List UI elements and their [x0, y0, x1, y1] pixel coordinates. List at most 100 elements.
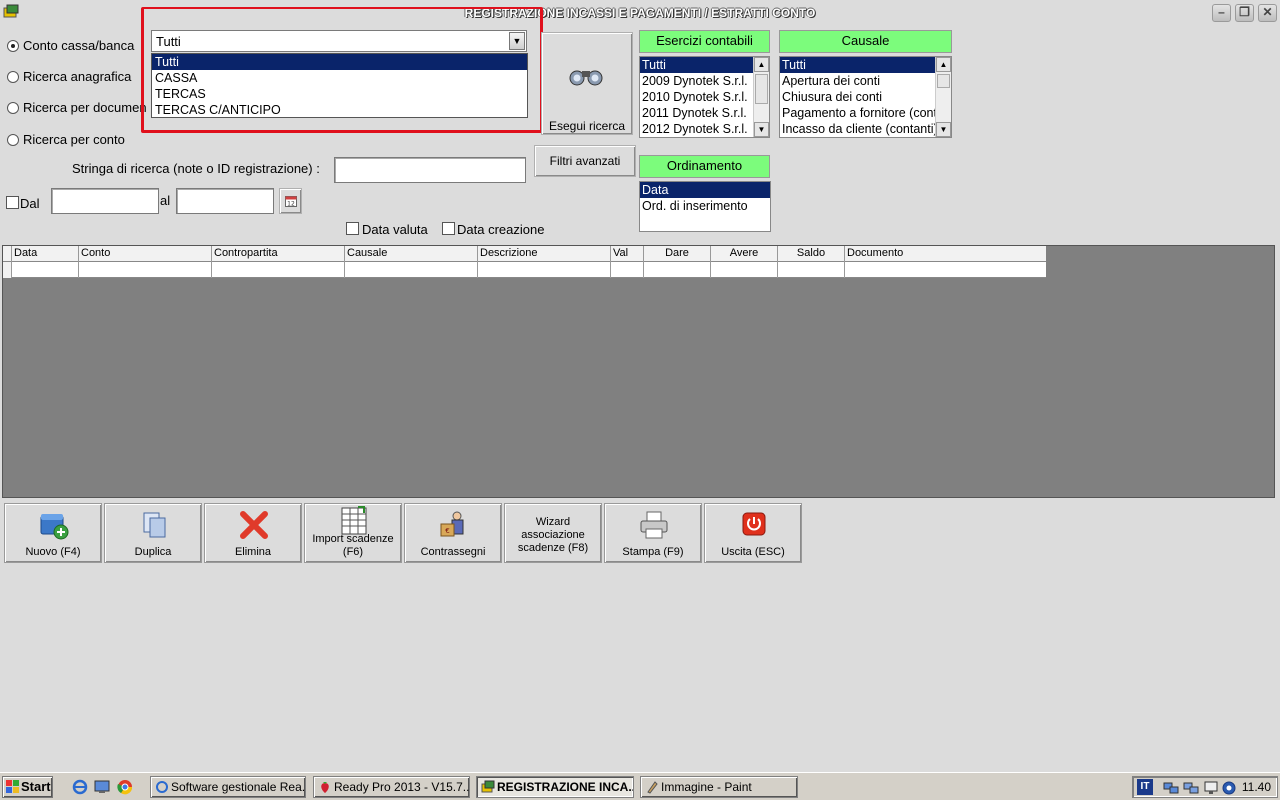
list-item[interactable]: Tutti — [640, 57, 769, 73]
scroll-thumb[interactable] — [937, 74, 950, 88]
scroll-thumb[interactable] — [755, 74, 768, 104]
column-header-documento[interactable]: Documento — [845, 246, 1046, 262]
list-item[interactable]: Data — [640, 182, 770, 198]
power-icon — [742, 512, 766, 536]
date-to-input[interactable] — [176, 188, 274, 214]
grid-cell[interactable] — [845, 262, 1046, 278]
grid-cell[interactable] — [12, 262, 79, 278]
column-header-avere[interactable]: Avere — [711, 246, 778, 262]
grid-cell[interactable] — [79, 262, 212, 278]
network-icon[interactable] — [1183, 780, 1199, 796]
advanced-filters-button[interactable]: Filtri avanzati — [534, 145, 636, 177]
taskbar-item[interactable]: Ready Pro 2013 - V15.7.... — [313, 776, 470, 798]
grid-row-selector[interactable] — [3, 262, 12, 278]
list-item[interactable]: 2010 Dynotek S.r.l. — [640, 89, 769, 105]
taskbar-item[interactable]: Immagine - Paint — [640, 776, 798, 798]
radio-ricerca-anagrafica[interactable]: Ricerca anagrafica — [7, 69, 131, 84]
monitor-icon[interactable] — [1203, 780, 1219, 796]
list-item[interactable]: Chiusura dei conti — [780, 89, 951, 105]
cash-account-combo[interactable]: Tutti ▼ — [151, 30, 527, 52]
scrollbar[interactable]: ▲ ▼ — [935, 57, 951, 137]
list-item[interactable]: Pagamento a fornitore (contanti) — [780, 105, 951, 121]
duplicate-button[interactable]: Duplica — [104, 503, 202, 563]
fiscal-years-list[interactable]: Tutti 2009 Dynotek S.r.l. 2010 Dynotek S… — [639, 56, 770, 138]
column-header-descrizione[interactable]: Descrizione — [478, 246, 611, 262]
chrome-icon[interactable] — [117, 779, 133, 795]
causale-header: Causale — [779, 30, 952, 53]
grid-cell[interactable] — [212, 262, 345, 278]
taskbar-item-active[interactable]: REGISTRAZIONE INCA... — [476, 776, 634, 798]
radio-label: Ricerca anagrafica — [23, 69, 132, 84]
column-header-contropartita[interactable]: Contropartita — [212, 246, 345, 262]
causale-list[interactable]: Tutti Apertura dei conti Chiusura dei co… — [779, 56, 952, 138]
delete-button[interactable]: Elimina — [204, 503, 302, 563]
creation-date-checkbox[interactable] — [442, 222, 455, 235]
exit-button[interactable]: Uscita (ESC) — [704, 503, 802, 563]
courier-button[interactable]: € Contrassegni — [404, 503, 502, 563]
network-icon[interactable] — [1163, 780, 1179, 796]
value-date-checkbox[interactable] — [346, 222, 359, 235]
search-button[interactable]: Esegui ricerca — [541, 32, 633, 135]
scroll-down-icon[interactable]: ▼ — [754, 122, 769, 137]
scroll-up-icon[interactable]: ▲ — [754, 57, 769, 72]
radio-ricerca-per-documento[interactable]: Ricerca per documen — [7, 100, 147, 115]
language-indicator[interactable]: IT — [1137, 779, 1153, 795]
taskbar-item-label: Software gestionale Rea... — [171, 780, 306, 794]
column-header-dare[interactable]: Dare — [644, 246, 711, 262]
fiscal-years-header: Esercizi contabili — [639, 30, 770, 53]
dropdown-option[interactable]: CASSA — [152, 70, 527, 86]
dropdown-option[interactable]: TERCAS — [152, 86, 527, 102]
list-item[interactable]: Ord. di inserimento — [640, 198, 770, 214]
calendar-button[interactable]: 12 — [279, 188, 302, 214]
records-grid[interactable] — [2, 245, 1275, 498]
restore-button[interactable]: ❐ — [1235, 4, 1254, 22]
grid-header-row: Data Conto Contropartita Causale Descriz… — [3, 246, 1046, 262]
column-header-data[interactable]: Data — [12, 246, 79, 262]
grid-cell[interactable] — [711, 262, 778, 278]
date-from-input[interactable] — [51, 188, 159, 214]
list-item[interactable]: Apertura dei conti — [780, 73, 951, 89]
list-item[interactable]: 2011 Dynotek S.r.l. — [640, 105, 769, 121]
new-button[interactable]: Nuovo (F4) — [4, 503, 102, 563]
antivirus-icon[interactable] — [1221, 780, 1237, 796]
column-header-causale[interactable]: Causale — [345, 246, 478, 262]
grid-cell[interactable] — [478, 262, 611, 278]
column-header-saldo[interactable]: Saldo — [778, 246, 845, 262]
import-deadlines-button[interactable]: Import scadenze (F6) — [304, 503, 402, 563]
taskbar-item[interactable]: Software gestionale Rea... — [150, 776, 306, 798]
delete-x-icon — [240, 511, 268, 539]
list-item[interactable]: Incasso da cliente (contanti) — [780, 121, 951, 137]
wizard-association-button[interactable]: Wizard associazione scadenze (F8) — [504, 503, 602, 563]
table-row[interactable] — [3, 262, 1046, 278]
list-item[interactable]: 2012 Dynotek S.r.l. — [640, 121, 769, 137]
clock[interactable]: 11.40 — [1242, 780, 1271, 794]
grid-cell[interactable] — [778, 262, 845, 278]
minimize-button[interactable]: – — [1212, 4, 1231, 22]
dropdown-option[interactable]: TERCAS C/ANTICIPO — [152, 102, 527, 118]
column-header-val[interactable]: Val — [611, 246, 644, 262]
grid-cell[interactable] — [345, 262, 478, 278]
print-button[interactable]: Stampa (F9) — [604, 503, 702, 563]
scrollbar[interactable]: ▲ ▼ — [753, 57, 769, 137]
printer-icon — [640, 511, 668, 539]
grid-cell[interactable] — [611, 262, 644, 278]
action-label: Uscita (ESC) — [721, 546, 785, 558]
internet-explorer-icon[interactable] — [72, 779, 88, 795]
radio-conto-cassa-banca[interactable]: Conto cassa/banca — [7, 38, 134, 53]
start-button[interactable]: Start — [2, 776, 53, 798]
ordering-list[interactable]: Data Ord. di inserimento — [639, 181, 771, 232]
scroll-down-icon[interactable]: ▼ — [936, 122, 951, 137]
taskbar-item-label: Immagine - Paint — [661, 780, 752, 794]
list-item[interactable]: Tutti — [780, 57, 951, 73]
date-from-checkbox[interactable] — [6, 196, 19, 209]
list-item[interactable]: 2009 Dynotek S.r.l. — [640, 73, 769, 89]
dropdown-option[interactable]: Tutti — [152, 54, 527, 70]
scroll-up-icon[interactable]: ▲ — [936, 57, 951, 72]
column-header-conto[interactable]: Conto — [79, 246, 212, 262]
grid-cell[interactable] — [644, 262, 711, 278]
radio-ricerca-per-conto[interactable]: Ricerca per conto — [7, 132, 125, 147]
desktop-icon[interactable] — [94, 779, 110, 795]
close-button[interactable]: ✕ — [1258, 4, 1277, 22]
search-string-input[interactable] — [334, 157, 526, 183]
chevron-down-icon[interactable]: ▼ — [509, 32, 525, 50]
